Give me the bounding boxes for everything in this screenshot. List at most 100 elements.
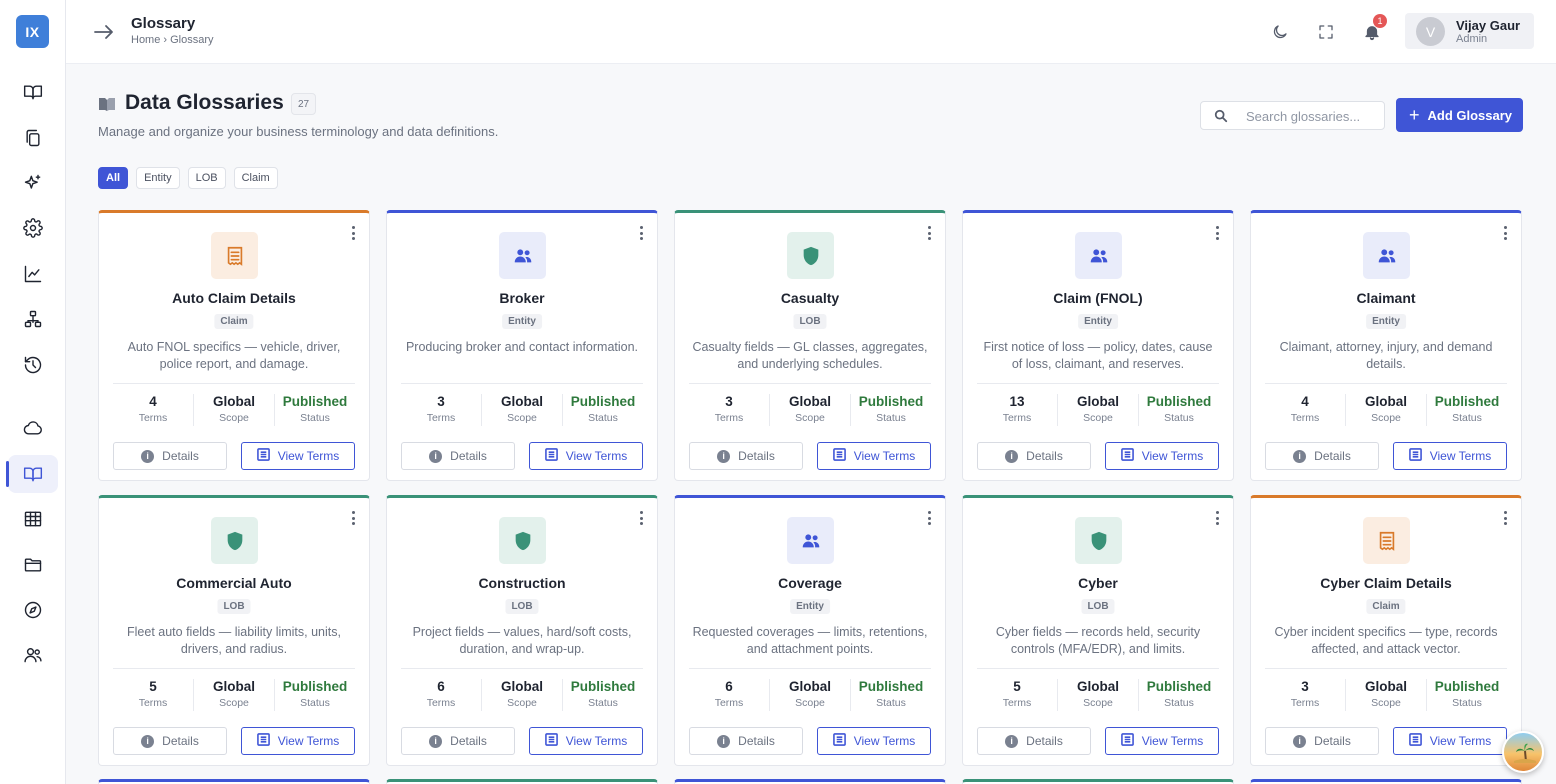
list-icon (1120, 448, 1134, 464)
bell-icon[interactable]: 1 (1360, 14, 1387, 44)
user-role: Admin (1456, 33, 1488, 45)
view-terms-button[interactable]: View Terms (817, 727, 931, 755)
terms-label: Terms (1290, 697, 1320, 709)
nav-gear-icon[interactable] (8, 209, 58, 247)
details-button[interactable]: i Details (113, 442, 227, 470)
glossary-card-partial (674, 779, 946, 784)
scope-value: Global (500, 394, 543, 409)
glossary-card: Coverage Entity Requested coverages — limi… (674, 495, 946, 766)
list-icon (544, 733, 558, 749)
kebab-menu-icon[interactable] (926, 511, 932, 525)
details-button[interactable]: i Details (977, 442, 1091, 470)
view-terms-button[interactable]: View Terms (529, 727, 643, 755)
card-stats: 4 Terms Global Scope Published Status (113, 394, 355, 426)
scope-value: Global (500, 679, 543, 694)
card-stats: 4 Terms Global Scope Published Status (1265, 394, 1507, 426)
status-value: Published (282, 679, 348, 694)
arrow-right-icon[interactable] (92, 20, 116, 44)
kebab-menu-icon[interactable] (638, 226, 644, 240)
view-terms-button[interactable]: View Terms (1393, 727, 1507, 755)
nav-compass-icon[interactable] (8, 591, 58, 629)
view-terms-button[interactable]: View Terms (1393, 442, 1507, 470)
view-terms-label: View Terms (1429, 734, 1492, 748)
list-icon (256, 448, 270, 464)
nav-folder-icon[interactable] (8, 546, 58, 584)
glossary-card: Commercial Auto LOB Fleet auto fields — li… (98, 495, 370, 766)
info-icon: i (141, 449, 155, 463)
nav-table-icon[interactable] (8, 500, 58, 538)
filter-all[interactable]: All (98, 167, 129, 189)
info-icon: i (717, 734, 731, 748)
card-title: Commercial Auto (176, 575, 292, 591)
details-button[interactable]: i Details (1265, 442, 1379, 470)
nav-users-icon[interactable] (8, 636, 58, 674)
assistant-avatar[interactable] (1502, 731, 1544, 773)
user-menu[interactable]: V Vijay Gaur Admin (1405, 13, 1534, 49)
stat-scope: Global Scope (194, 679, 275, 711)
view-terms-button[interactable]: View Terms (1105, 727, 1219, 755)
shield-icon (1075, 517, 1122, 564)
view-terms-button[interactable]: View Terms (1105, 442, 1219, 470)
kebab-menu-icon[interactable] (350, 511, 356, 525)
kebab-menu-icon[interactable] (1214, 511, 1220, 525)
details-button[interactable]: i Details (401, 442, 515, 470)
terms-label: Terms (1002, 697, 1032, 709)
terms-count: 6 (725, 679, 733, 694)
list-icon (1120, 733, 1134, 749)
kebab-menu-icon[interactable] (1502, 226, 1508, 240)
users-icon (499, 232, 546, 279)
details-button[interactable]: i Details (1265, 727, 1379, 755)
status-value: Published (1146, 394, 1212, 409)
details-button[interactable]: i Details (689, 727, 803, 755)
details-button[interactable]: i Details (689, 442, 803, 470)
kebab-menu-icon[interactable] (350, 226, 356, 240)
app-logo[interactable]: IX (16, 15, 49, 48)
info-icon: i (1293, 734, 1307, 748)
details-button[interactable]: i Details (113, 727, 227, 755)
scope-label: Scope (219, 697, 249, 709)
card-divider (401, 668, 643, 669)
card-title: Broker (499, 290, 545, 306)
filter-chips: All Entity LOB Claim (98, 167, 278, 189)
filter-claim[interactable]: Claim (233, 167, 278, 189)
stat-status: Published Status (1427, 394, 1507, 426)
filter-entity[interactable]: Entity (136, 167, 180, 189)
details-button[interactable]: i Details (977, 727, 1091, 755)
search-input[interactable] (1246, 105, 1380, 127)
nav-glossary-book-icon[interactable] (6, 455, 58, 493)
view-terms-button[interactable]: View Terms (817, 442, 931, 470)
kebab-menu-icon[interactable] (926, 226, 932, 240)
view-terms-label: View Terms (1141, 734, 1204, 748)
terms-count: 3 (437, 394, 445, 409)
view-terms-button[interactable]: View Terms (529, 442, 643, 470)
nav-history-icon[interactable] (8, 346, 58, 384)
nav-network-icon[interactable] (8, 300, 58, 338)
view-terms-button[interactable]: View Terms (241, 442, 355, 470)
glossary-card: Cyber Claim Details Claim Cyber incident s… (1250, 495, 1522, 766)
add-glossary-button[interactable]: + Add Glossary (1396, 98, 1523, 132)
kebab-menu-icon[interactable] (1502, 511, 1508, 525)
nav-copy-icon[interactable] (8, 119, 58, 157)
info-icon: i (1005, 449, 1019, 463)
view-terms-button[interactable]: View Terms (241, 727, 355, 755)
nav-trending-up-icon[interactable] (8, 255, 58, 293)
stat-terms: 5 Terms (977, 679, 1058, 711)
stat-terms: 6 Terms (689, 679, 770, 711)
filter-lob[interactable]: LOB (187, 167, 226, 189)
view-terms-label: View Terms (1141, 449, 1204, 463)
nav-book-icon[interactable] (8, 73, 58, 111)
kebab-menu-icon[interactable] (1214, 226, 1220, 240)
kebab-menu-icon[interactable] (638, 511, 644, 525)
fullscreen-icon[interactable] (1314, 20, 1338, 44)
stat-scope: Global Scope (1058, 679, 1139, 711)
view-terms-label: View Terms (277, 449, 340, 463)
stat-scope: Global Scope (770, 679, 851, 711)
moon-icon[interactable] (1268, 20, 1292, 44)
card-type-badge: Entity (790, 599, 830, 614)
nav-cloud-icon[interactable] (8, 409, 58, 447)
users-icon (787, 517, 834, 564)
details-button[interactable]: i Details (401, 727, 515, 755)
nav-sparkles-icon[interactable] (8, 164, 58, 202)
status-label: Status (1164, 412, 1194, 424)
scope-label: Scope (1371, 412, 1401, 424)
